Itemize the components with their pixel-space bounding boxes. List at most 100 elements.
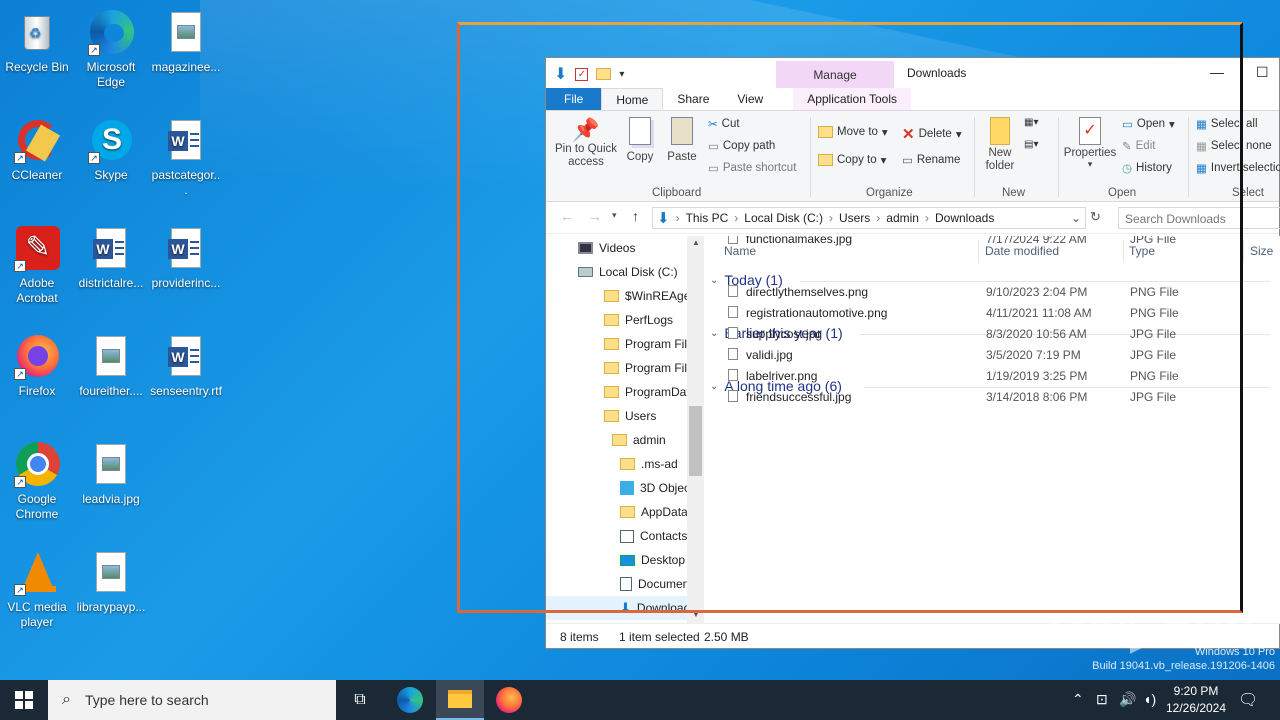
nav-item[interactable]: Program Files [546, 332, 704, 356]
desktop-icon-senseentry[interactable]: W senseentry.rtf [150, 330, 222, 399]
desktop-icon-pastcategor[interactable]: W pastcategor... [150, 114, 222, 198]
breadcrumb-downloads[interactable]: Downloads [935, 211, 994, 225]
tab-share[interactable]: Share [663, 88, 723, 110]
recent-dropdown-icon[interactable]: ▾ [612, 210, 617, 221]
nav-scrollbar[interactable]: ▲ ▼ [687, 236, 704, 623]
select-none-button[interactable]: ▦ Select none [1196, 139, 1272, 153]
refresh-icon[interactable]: ↻ [1090, 209, 1101, 225]
address-dropdown-icon[interactable]: ⌄ [1071, 211, 1081, 225]
taskbar-file-explorer[interactable] [436, 680, 484, 720]
forward-arrow-icon[interactable]: → [588, 208, 602, 224]
taskbar-search[interactable]: ⌕ Type here to search [48, 680, 336, 720]
taskbar-edge[interactable] [386, 680, 434, 720]
taskbar-firefox[interactable] [485, 680, 533, 720]
new-folder-icon[interactable] [596, 68, 612, 80]
network-icon[interactable]: ⊡ [1096, 691, 1108, 708]
nav-item[interactable]: ⬇ Downloads [546, 596, 704, 620]
tab-manage[interactable]: Manage [776, 61, 894, 89]
copy-to-button[interactable]: Copy to ▾ [818, 153, 886, 167]
paste-button[interactable]: Paste [664, 117, 700, 163]
quick-access-toolbar: ⬇ ✓ ▾ [554, 64, 624, 84]
desktop-icon-vlc[interactable]: ↗ VLC media player [1, 546, 73, 630]
notification-icon[interactable]: 🗨 [1238, 690, 1258, 710]
copy-path-button[interactable]: ▭ Copy path [708, 139, 775, 153]
tab-home[interactable]: Home [601, 88, 664, 110]
maximize-button[interactable]: ☐ [1256, 64, 1269, 81]
desktop-icon-leadvia[interactable]: leadvia.jpg [75, 438, 147, 507]
breadcrumb-local-disk[interactable]: Local Disk (C:) [744, 211, 823, 225]
down-arrow-icon[interactable]: ⬇ [554, 64, 567, 84]
file-row[interactable]: registrationautomotive.png 4/11/2021 11:0… [720, 303, 1280, 324]
nav-item[interactable]: Desktop [546, 548, 704, 572]
desktop-icon-skype[interactable]: S ↗ Skype [75, 114, 147, 183]
file-row[interactable]: directlythemselves.png 9/10/2023 2:04 PM P… [720, 282, 1280, 303]
cut-button[interactable]: ✂ Cut [708, 117, 740, 131]
pin-quick-access-button[interactable]: 📌 Pin to Quick access [552, 117, 620, 169]
up-arrow-icon[interactable]: ↑ [632, 208, 639, 224]
desktop-icon-ccleaner[interactable]: ↗ CCleaner [1, 114, 73, 183]
nav-item[interactable]: Videos [546, 236, 704, 260]
new-item-button[interactable]: ▦▾ [1024, 117, 1038, 128]
rename-button[interactable]: ▭ Rename [902, 153, 960, 167]
easy-access-button[interactable]: ▤▾ [1024, 139, 1038, 150]
desktop-icon-districtalre[interactable]: W districtalre... [75, 222, 147, 291]
properties-button[interactable]: ✓ Properties ▾ [1062, 117, 1118, 170]
edit-button[interactable]: ✎ Edit [1122, 139, 1155, 153]
paste-shortcut-button[interactable]: ▭ Paste shortcut [708, 161, 796, 175]
back-arrow-icon[interactable]: ← [560, 208, 574, 224]
nav-item[interactable]: AppData [546, 500, 704, 524]
nav-item[interactable]: Users [546, 404, 704, 428]
desktop-icon-chrome[interactable]: ↗ Google Chrome [1, 438, 73, 522]
tab-file[interactable]: File [546, 88, 602, 110]
volume-icon[interactable]: ◖) [1143, 691, 1156, 707]
invert-selection-button[interactable]: ▦Invert selection [1196, 161, 1280, 175]
breadcrumb-users[interactable]: Users [839, 211, 870, 225]
history-button[interactable]: ◷ History [1122, 161, 1172, 175]
folder-icon [604, 386, 619, 398]
nav-item[interactable]: 3D Objects [546, 476, 704, 500]
nav-item[interactable]: Documents [546, 572, 704, 596]
desktop-icon-foureither[interactable]: foureither.... [75, 330, 147, 399]
speaker-icon[interactable]: 🔊 [1119, 691, 1136, 708]
clock[interactable]: 9:20 PM 12/26/2024 [1165, 684, 1227, 715]
desktop-icon-providerinc[interactable]: W providerinc... [150, 222, 222, 291]
move-to-button[interactable]: Move to ▾ [818, 125, 888, 139]
desktop-icon-magazinee[interactable]: magazinee... [150, 6, 222, 75]
delete-button[interactable]: ✕ Delete ▾ [902, 125, 962, 143]
nav-item[interactable]: admin [546, 428, 704, 452]
nav-item[interactable]: PerfLogs [546, 308, 704, 332]
desktop-icon-acrobat[interactable]: ✎ ↗ Adobe Acrobat [1, 222, 73, 306]
nav-item[interactable]: Contacts [546, 524, 704, 548]
properties-check-icon[interactable]: ✓ [575, 67, 589, 81]
nav-item[interactable]: ProgramData [546, 380, 704, 404]
open-button[interactable]: ▭ Open ▾ [1122, 117, 1175, 131]
breadcrumb-this-pc[interactable]: This PC [686, 211, 729, 225]
desktop-icon-firefox[interactable]: ↗ Firefox [1, 330, 73, 399]
tab-application-tools[interactable]: Application Tools [793, 88, 912, 110]
desktop-icon-edge[interactable]: ↗ Microsoft Edge [75, 6, 147, 90]
desktop-icon-recycle-bin[interactable]: ♻ Recycle Bin [1, 6, 73, 75]
customize-arrow-icon[interactable]: ▾ [619, 69, 624, 80]
minimize-button[interactable]: — [1210, 64, 1224, 80]
select-all-button[interactable]: ▦ Select all [1196, 117, 1258, 131]
copy-button[interactable]: Copy [622, 117, 658, 163]
new-folder-button[interactable]: New folder [978, 117, 1022, 173]
task-view-button[interactable]: ⧉ [336, 680, 384, 720]
show-hidden-icons-button[interactable]: ⌃ [1072, 691, 1084, 708]
desktop-icon-librarypayp[interactable]: librarypayp... [75, 546, 147, 615]
address-bar[interactable]: ⬇ › This PC › Local Disk (C:) › Users › … [652, 207, 1086, 229]
breadcrumb-admin[interactable]: admin [886, 211, 919, 225]
nav-item[interactable]: .ms-ad [546, 452, 704, 476]
file-row[interactable]: friendsuccessful.jpg 3/14/2018 8:06 PM JPG… [720, 387, 1280, 408]
tab-view[interactable]: View [723, 88, 777, 110]
nav-item[interactable]: Program Files [546, 356, 704, 380]
file-row[interactable]: supplycost.jpg 8/3/2020 10:56 AM JPG File [720, 324, 1280, 345]
file-row[interactable]: functionalmakes.jpg 7/17/2024 9:22 AM JPG … [720, 236, 1280, 250]
search-input[interactable]: Search Downloads [1118, 207, 1280, 229]
file-row[interactable]: validi.jpg 3/5/2020 7:19 PM JPG File [720, 345, 1280, 366]
file-type: PNG File [1130, 369, 1179, 383]
nav-item[interactable]: $WinREAgent [546, 284, 704, 308]
file-row[interactable]: labelriver.png 1/19/2019 3:25 PM PNG File [720, 366, 1280, 387]
start-button[interactable] [0, 680, 48, 720]
nav-item[interactable]: Local Disk (C:) [546, 260, 704, 284]
